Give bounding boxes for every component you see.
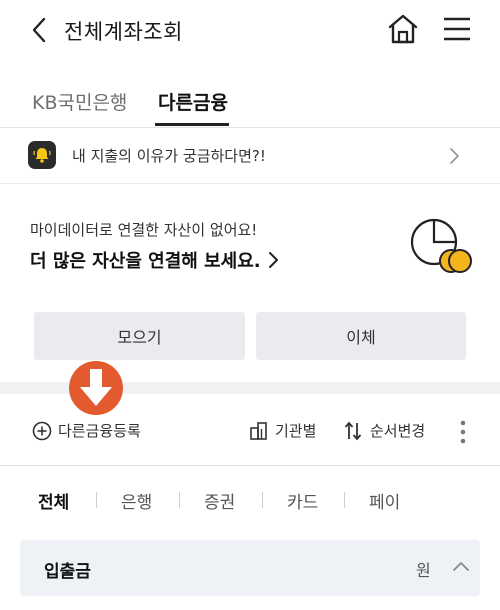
- filter-all[interactable]: 전체: [38, 488, 69, 513]
- filter-separator: [179, 492, 180, 508]
- collect-button[interactable]: 모으기: [34, 312, 245, 360]
- reorder-label: 순서변경: [370, 422, 426, 440]
- home-button[interactable]: [386, 12, 420, 46]
- tab-other-finance[interactable]: 다른금융: [158, 88, 228, 115]
- bell-icon-box: [28, 141, 56, 169]
- filter-card[interactable]: 카드: [287, 488, 318, 513]
- chevron-right-icon: [268, 252, 278, 268]
- register-label: 다른금융등록: [58, 422, 141, 440]
- spending-notice-banner[interactable]: 내 지출의 이유가 궁금하다면?!: [0, 128, 500, 184]
- category-filter: 전체 은행 증권 카드 페이: [0, 484, 500, 516]
- hamburger-menu-icon: [444, 17, 470, 41]
- back-button[interactable]: [24, 14, 54, 46]
- menu-button[interactable]: [442, 14, 472, 44]
- top-bar: 전체계좌조회: [0, 0, 500, 62]
- pie-coins-icon: [410, 218, 472, 273]
- transfer-button[interactable]: 이체: [256, 312, 466, 360]
- connect-assets-label: 더 많은 자산을 연결해 보세요.: [30, 251, 261, 272]
- filter-pay[interactable]: 페이: [369, 488, 400, 513]
- section-title: 입출금: [44, 562, 91, 582]
- chevron-right-icon: [450, 148, 459, 164]
- sort-arrows-icon: [344, 421, 362, 440]
- building-chart-icon: [250, 421, 267, 440]
- action-toolbar: 다른금융등록 기관별 순서변경: [0, 410, 500, 454]
- download-arrow-icon: [69, 361, 123, 415]
- more-vertical-icon[interactable]: [456, 418, 470, 446]
- group-by-institution-button[interactable]: 기관별: [249, 420, 316, 441]
- divider: [0, 465, 500, 466]
- filter-securities[interactable]: 증권: [204, 488, 235, 513]
- filter-separator: [262, 492, 263, 508]
- tab-kb-bank[interactable]: KB국민은행: [32, 88, 127, 115]
- mydata-subtitle: 마이데이터로 연결한 자산이 없어요!: [30, 221, 258, 239]
- plus-circle-icon: [32, 421, 52, 440]
- deposit-withdrawal-section[interactable]: 입출금 원: [20, 540, 480, 596]
- currency-unit: 원: [416, 561, 431, 580]
- chevron-up-icon: [453, 562, 469, 571]
- chevron-left-icon: [32, 17, 46, 43]
- filter-bank[interactable]: 은행: [121, 488, 152, 513]
- active-tab-indicator: [155, 123, 229, 126]
- reorder-button[interactable]: 순서변경: [344, 420, 425, 441]
- institution-tabs: KB국민은행 다른금융: [0, 80, 500, 128]
- filter-separator: [96, 492, 97, 508]
- home-icon: [388, 14, 418, 44]
- bell-icon: [33, 148, 51, 163]
- by-institution-label: 기관별: [275, 422, 317, 440]
- register-other-finance-button[interactable]: 다른금융등록: [32, 420, 141, 441]
- page-title: 전체계좌조회: [64, 20, 183, 44]
- notice-text: 내 지출의 이유가 궁금하다면?!: [72, 147, 266, 165]
- connect-assets-link[interactable]: 더 많은 자산을 연결해 보세요.: [30, 247, 279, 273]
- filter-separator: [344, 492, 345, 508]
